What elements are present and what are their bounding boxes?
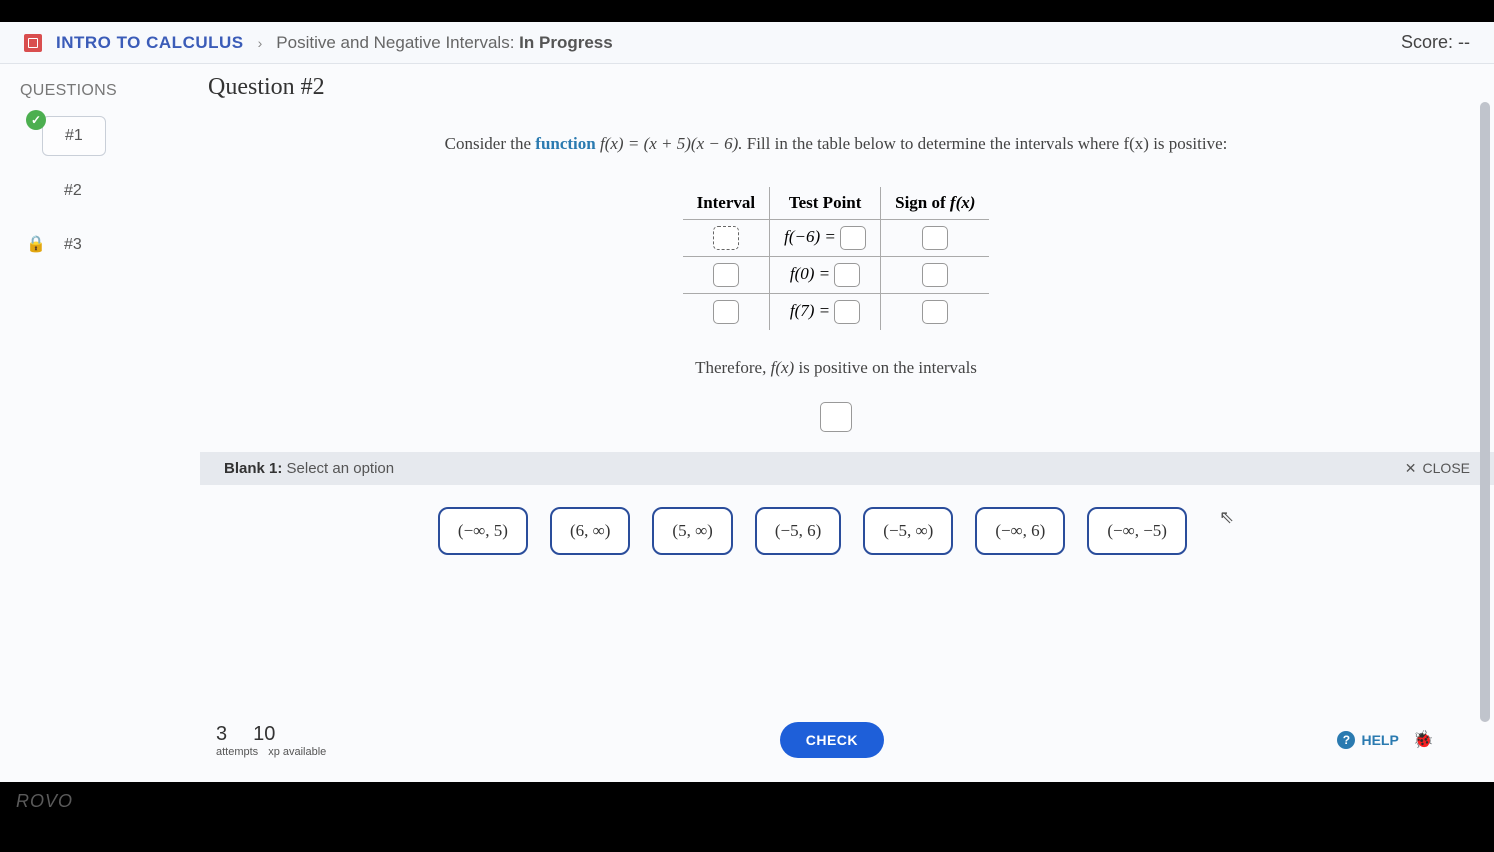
watermark: ROVO [16, 791, 73, 812]
close-options-button[interactable]: ✕ CLOSE [1405, 460, 1470, 477]
question-header: Question #2 [208, 74, 1464, 101]
col-testpoint: Test Point [770, 187, 881, 220]
sidebar-item-label: #2 [42, 172, 104, 210]
table-row: f(0) = [683, 256, 990, 293]
score-label: Score: -- [1401, 32, 1470, 53]
blank-tp-3[interactable] [834, 300, 860, 324]
option-4[interactable]: (−5, 6) [755, 507, 841, 555]
course-icon [24, 34, 42, 52]
function-link[interactable]: function [535, 134, 595, 153]
option-3[interactable]: (5, ∞) [652, 507, 732, 555]
blank-interval-2[interactable] [713, 263, 739, 287]
section-title: Positive and Negative Intervals: [276, 33, 514, 52]
sidebar-item-q3[interactable]: 🔒 #3 [20, 226, 180, 264]
blank-interval-1[interactable] [713, 226, 739, 250]
blank-interval-3[interactable] [713, 300, 739, 324]
blank-answer[interactable] [820, 402, 852, 432]
course-title[interactable]: INTRO TO CALCULUS [56, 33, 244, 53]
help-button[interactable]: ? HELP [1337, 731, 1398, 749]
option-5[interactable]: (−5, ∞) [863, 507, 953, 555]
sidebar-item-label: #3 [42, 226, 104, 264]
options-row: (−∞, 5) (6, ∞) (5, ∞) (−5, 6) (−5, ∞) (−… [208, 485, 1464, 569]
option-bar: Blank 1: Select an option ✕ CLOSE [200, 452, 1494, 485]
col-interval: Interval [683, 187, 770, 220]
option-2[interactable]: (6, ∞) [550, 507, 630, 555]
footer: 3 10 attempts xp available CHECK ? HELP … [208, 714, 1464, 772]
col-sign: Sign of f(x) [881, 187, 990, 220]
table-row: f(7) = [683, 293, 990, 330]
sidebar-item-q1[interactable]: ✓ #1 [20, 116, 180, 156]
check-icon: ✓ [26, 110, 46, 130]
chevron-right-icon: › [258, 35, 263, 51]
blank-tp-2[interactable] [834, 263, 860, 287]
lock-icon: 🔒 [26, 234, 46, 254]
attempts-info: 3 10 attempts xp available [216, 723, 326, 758]
table-row: f(−6) = [683, 219, 990, 256]
blank-tp-1[interactable] [840, 226, 866, 250]
cursor-icon: ⇖ [1219, 507, 1234, 555]
conclusion-text: Therefore, f(x) is positive on the inter… [208, 358, 1464, 378]
sidebar-item-label: #1 [42, 116, 106, 156]
bug-icon[interactable]: 🐞 [1413, 730, 1434, 750]
check-button[interactable]: CHECK [780, 722, 884, 758]
breadcrumb: INTRO TO CALCULUS › Positive and Negativ… [0, 22, 1494, 64]
sidebar-title: QUESTIONS [20, 82, 180, 100]
sidebar-item-q2[interactable]: #2 [20, 172, 180, 210]
help-icon: ? [1337, 731, 1355, 749]
question-prompt: Consider the function f(x) = (x + 5)(x −… [238, 131, 1434, 157]
interval-table: Interval Test Point Sign of f(x) f(−6) =… [683, 187, 990, 330]
scrollbar-thumb[interactable] [1480, 102, 1490, 722]
section-status: In Progress [519, 33, 613, 52]
option-1[interactable]: (−∞, 5) [438, 507, 528, 555]
questions-sidebar: QUESTIONS ✓ #1 #2 🔒 #3 [0, 64, 200, 772]
option-7[interactable]: (−∞, −5) [1087, 507, 1187, 555]
blank-sign-3[interactable] [922, 300, 948, 324]
blank-sign-1[interactable] [922, 226, 948, 250]
option-6[interactable]: (−∞, 6) [975, 507, 1065, 555]
blank-sign-2[interactable] [922, 263, 948, 287]
close-icon: ✕ [1405, 460, 1417, 477]
scrollbar[interactable] [1480, 102, 1490, 722]
question-content: Question #2 Consider the function f(x) =… [200, 64, 1494, 772]
